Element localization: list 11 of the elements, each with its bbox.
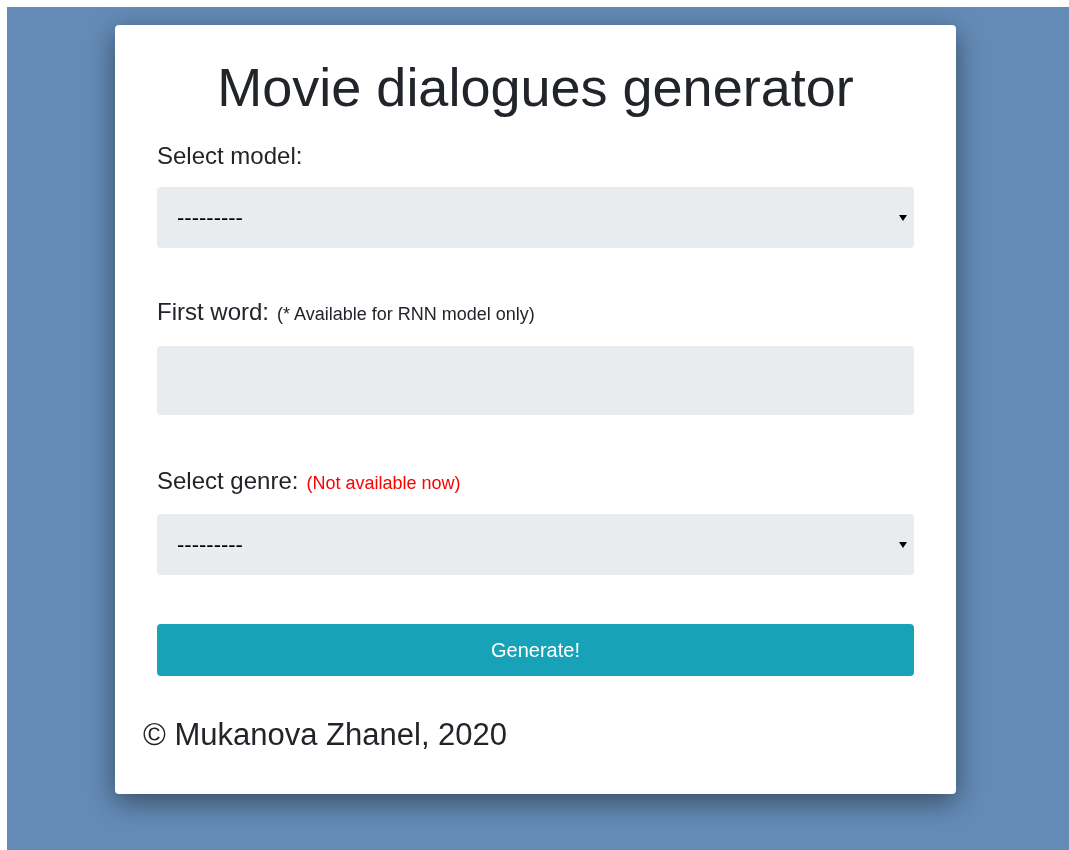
field-label: First word: (157, 297, 269, 327)
copyright-text: © Mukanova Zhanel, 2020 (143, 717, 509, 753)
field-note: (* Available for RNN model only) (277, 303, 535, 326)
caret-icon (899, 541, 907, 548)
select-field[interactable]: --------- (157, 514, 914, 575)
field-label: Select genre: (157, 466, 299, 496)
caret-icon (899, 214, 907, 221)
page-title: Movie dialogues generator (216, 56, 855, 119)
field-note: (Not available now) (306, 472, 461, 495)
field-label: Select model: (157, 141, 303, 171)
select-field[interactable]: --------- (157, 187, 914, 248)
